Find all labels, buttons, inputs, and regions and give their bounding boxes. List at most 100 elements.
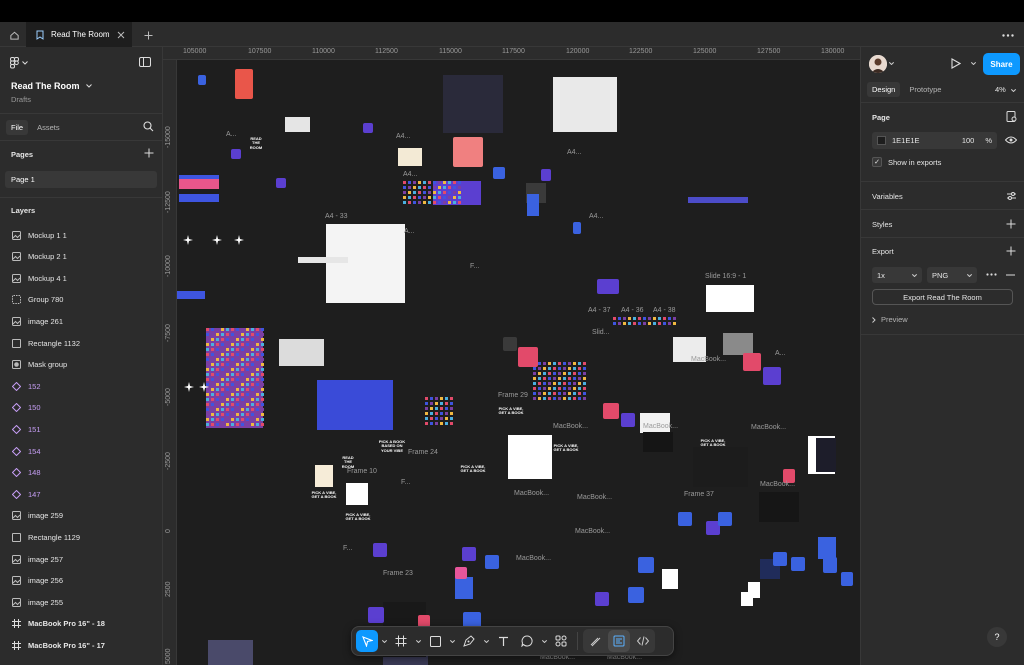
canvas-frame[interactable] bbox=[741, 592, 753, 606]
comment-icon[interactable] bbox=[516, 630, 538, 652]
file-name-menu[interactable]: Read The Room bbox=[11, 81, 92, 91]
chevron-down-icon[interactable] bbox=[448, 630, 456, 652]
variables-settings-icon[interactable] bbox=[1006, 191, 1017, 201]
frame-label[interactable]: MacBook... bbox=[691, 356, 726, 363]
frame-label[interactable]: A4... bbox=[567, 149, 581, 156]
preview-toggle[interactable]: Preview bbox=[872, 315, 908, 324]
canvas-frame[interactable] bbox=[443, 75, 503, 133]
move-icon[interactable] bbox=[356, 630, 378, 652]
frame-label[interactable]: F... bbox=[401, 479, 410, 486]
zoom-dropdown[interactable]: 4% bbox=[995, 85, 1016, 94]
canvas-frame[interactable] bbox=[688, 197, 748, 203]
frame-label[interactable]: F... bbox=[470, 263, 479, 270]
canvas-frame[interactable] bbox=[693, 447, 748, 487]
export-scale-select[interactable]: 1x bbox=[872, 267, 922, 283]
chevron-down-icon[interactable] bbox=[540, 630, 548, 652]
tab-read-the-room[interactable]: Read The Room bbox=[26, 22, 132, 47]
layer-item[interactable]: Rectangle 1132 bbox=[0, 333, 162, 353]
frame-label[interactable]: Frame 29 bbox=[498, 392, 528, 399]
frame-icon[interactable] bbox=[390, 630, 412, 652]
add-page-icon[interactable] bbox=[144, 148, 154, 158]
search-icon[interactable] bbox=[143, 121, 154, 132]
canvas-frame[interactable] bbox=[662, 569, 678, 589]
avatar[interactable] bbox=[869, 55, 887, 73]
frame-label[interactable]: Frame 37 bbox=[684, 491, 714, 498]
design-canvas[interactable]: A4 - 33 Slide 16:9 - 1 A4 - 37 A4 - 36 A4 - … bbox=[163, 47, 860, 665]
chevron-down-icon[interactable] bbox=[380, 630, 388, 652]
canvas-frame[interactable] bbox=[177, 291, 205, 299]
frame-label[interactable]: A4 - 38 bbox=[653, 307, 676, 314]
canvas-frame[interactable] bbox=[326, 224, 405, 303]
layer-item[interactable]: image 255 bbox=[0, 592, 162, 612]
add-export-icon[interactable] bbox=[1006, 246, 1016, 256]
canvas-frame[interactable] bbox=[643, 432, 673, 452]
canvas-frame[interactable] bbox=[759, 492, 799, 522]
components-icon[interactable] bbox=[550, 630, 572, 652]
canvas-frame[interactable] bbox=[298, 257, 348, 263]
frame-label[interactable]: MacBook... bbox=[514, 490, 549, 497]
canvas-frame[interactable] bbox=[179, 194, 219, 202]
tab-assets[interactable]: Assets bbox=[32, 120, 65, 135]
frame-label[interactable]: MacBook... bbox=[575, 528, 610, 535]
layer-item[interactable]: Mockup 4 1 bbox=[0, 268, 162, 288]
close-tab-icon[interactable] bbox=[117, 31, 125, 39]
export-button[interactable]: Export Read The Room bbox=[872, 289, 1013, 305]
canvas-frame[interactable] bbox=[398, 148, 422, 166]
layer-item[interactable]: 151 bbox=[0, 419, 162, 439]
layer-item[interactable]: MacBook Pro 16" - 18 bbox=[0, 614, 162, 634]
fill-opacity[interactable]: 100 bbox=[962, 136, 975, 145]
canvas-frame[interactable] bbox=[816, 438, 836, 472]
frame-label[interactable]: MacBook... bbox=[643, 423, 678, 430]
page-item[interactable]: Page 1 bbox=[5, 171, 157, 188]
export-format-select[interactable]: PNG bbox=[927, 267, 977, 283]
tab-design[interactable]: Design bbox=[867, 82, 901, 97]
layer-item[interactable]: 148 bbox=[0, 463, 162, 483]
frame-label[interactable]: A... bbox=[404, 228, 415, 235]
frame-label[interactable]: A... bbox=[226, 131, 237, 138]
layer-item[interactable]: Mockup 1 1 bbox=[0, 225, 162, 245]
frame-label[interactable]: A4... bbox=[396, 133, 410, 140]
layer-item[interactable]: Group 780 bbox=[0, 290, 162, 310]
frame-label[interactable]: A4 - 37 bbox=[588, 307, 611, 314]
chevron-down-icon[interactable] bbox=[971, 62, 976, 65]
layer-item[interactable]: 150 bbox=[0, 398, 162, 418]
tab-file[interactable]: File bbox=[6, 120, 29, 135]
layer-item[interactable]: image 257 bbox=[0, 549, 162, 569]
main-menu-button[interactable] bbox=[10, 57, 28, 69]
frame-label[interactable]: A4 - 33 bbox=[325, 213, 348, 220]
chevron-down-icon[interactable] bbox=[482, 630, 490, 652]
layer-item[interactable]: MacBook Pro 16" - 17 bbox=[0, 635, 162, 655]
frame-label[interactable]: MacBook... bbox=[760, 481, 795, 488]
frame-label[interactable]: Frame 23 bbox=[383, 570, 413, 577]
canvas-frame[interactable] bbox=[208, 640, 253, 665]
layer-item[interactable]: Mockup 2 1 bbox=[0, 247, 162, 267]
layer-item[interactable]: image 256 bbox=[0, 571, 162, 591]
tab-prototype[interactable]: Prototype bbox=[904, 82, 946, 97]
add-style-icon[interactable] bbox=[1006, 219, 1016, 229]
layer-item[interactable]: image 261 bbox=[0, 311, 162, 331]
canvas-frame[interactable] bbox=[723, 333, 753, 355]
eye-icon[interactable] bbox=[1005, 136, 1017, 144]
frame-label[interactable]: Slid... bbox=[592, 329, 610, 336]
canvas-frame[interactable] bbox=[553, 77, 617, 132]
toggle-sidebar-icon[interactable] bbox=[139, 57, 151, 67]
help-button[interactable]: ? bbox=[987, 627, 1007, 647]
frame-label[interactable]: MacBook... bbox=[516, 555, 551, 562]
canvas-frame[interactable] bbox=[315, 465, 333, 487]
more-options-icon[interactable] bbox=[998, 25, 1018, 45]
page-fill-field[interactable]: 1E1E1E 100 % bbox=[872, 132, 997, 149]
draw-mode-icon[interactable] bbox=[584, 630, 606, 652]
design-mode-icon[interactable] bbox=[608, 630, 630, 652]
frame-label[interactable]: Slide 16:9 - 1 bbox=[705, 273, 746, 280]
layer-item[interactable]: Rectangle 1129 bbox=[0, 527, 162, 547]
canvas-frame[interactable] bbox=[818, 537, 836, 559]
layer-item[interactable]: 147 bbox=[0, 484, 162, 504]
layer-item[interactable]: 152 bbox=[0, 376, 162, 396]
new-tab-icon[interactable] bbox=[140, 25, 156, 45]
layer-item[interactable]: 154 bbox=[0, 441, 162, 461]
show-in-exports-checkbox[interactable]: ✓ Show in exports bbox=[872, 157, 941, 167]
color-swatch[interactable] bbox=[877, 136, 886, 145]
canvas-frame[interactable] bbox=[455, 577, 473, 599]
canvas-frame[interactable] bbox=[206, 328, 263, 428]
frame-label[interactable]: A... bbox=[775, 350, 786, 357]
